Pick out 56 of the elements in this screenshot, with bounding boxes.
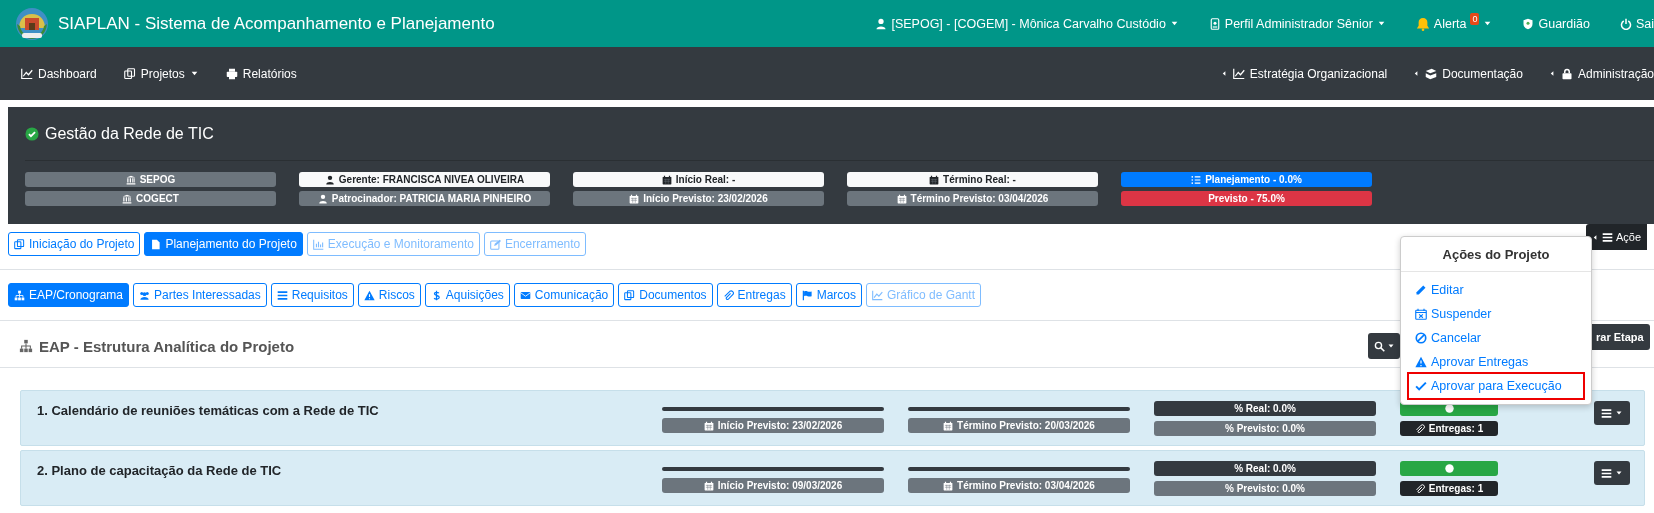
section-tab[interactable]: Marcos [795,283,862,307]
alert-menu[interactable]: Alerta 0 [1415,16,1493,31]
section-tab[interactable]: Documentos [618,283,713,307]
nav-link[interactable]: Administração [1548,66,1654,81]
stage-name: 1. Calendário de reuniões temáticas com a Rede de TIC [36,402,380,418]
info-badge: Término Previsto: 03/04/2026 [847,191,1098,206]
deliveries-badge: Entregas: 1 [1400,421,1498,436]
info-badge: Término Real: - [847,172,1098,187]
date-badge: Início Previsto: 09/03/2026 [662,478,884,493]
phase-tab[interactable]: Iniciação do Projeto [8,232,141,256]
app-title: SIAPLAN - Sistema de Acompanhamento e Planejamento [58,13,495,34]
section-tab[interactable]: Riscos [357,283,421,307]
section-tab[interactable]: Comunicação [513,283,615,307]
menu-title: Ações do Projeto [1401,237,1591,272]
section-tab[interactable]: Aquisições [424,283,510,307]
alert-count: 0 [1470,12,1480,25]
section-tab[interactable]: Entregas [716,283,792,307]
info-badge: COGECT [25,191,276,206]
phase-tab[interactable]: Planejamento do Projeto [144,232,303,256]
menu-item[interactable]: Cancelar [1409,326,1583,350]
progress-badge: % Real: 0.0% [1154,461,1376,476]
guardian-link[interactable]: Guardião [1522,16,1590,31]
nav-link[interactable]: Projetos [123,66,199,81]
info-badge: Início Real: - [573,172,824,187]
section-tab[interactable]: Partes Interessadas [133,283,267,307]
info-badge: Patrocinador: PATRICIA MARIA PINHEIRO [299,191,550,206]
date-badge: Término Previsto: 20/03/2026 [908,418,1130,433]
nav-link[interactable]: Relatórios [225,66,297,81]
info-badge: SEPOG [25,172,276,187]
stage-name: 2. Plano de capacitação da Rede de TIC [36,462,283,478]
add-stage-button[interactable]: rar Etapa [1592,324,1650,350]
actions-button[interactable]: Açõe [1586,224,1648,250]
section-tab[interactable]: EAP/Cronograma [8,283,130,307]
progress-badge: % Previsto: 0.0% [1154,481,1376,496]
menu-item[interactable]: Suspender [1409,302,1583,326]
profile-menu[interactable]: Perfil Administrador Sênior [1208,16,1386,31]
date-badge: Término Previsto: 03/04/2026 [908,478,1130,493]
nav-link[interactable]: Documentação [1413,66,1523,81]
section-tab[interactable]: Requisitos [270,283,354,307]
project-title: Gestão da Rede de TIC [45,124,214,143]
info-badge: Planejamento - 0.0% [1121,172,1372,187]
nav-link[interactable]: Estratégia Organizacional [1220,66,1388,81]
menu-item[interactable]: Editar [1409,278,1583,302]
date-badge: Início Previsto: 23/02/2026 [662,418,884,433]
nav-link[interactable]: Dashboard [21,66,97,81]
info-badge: Previsto - 75.0% [1121,191,1372,206]
logout-link[interactable]: Sai [1619,16,1654,31]
section-title: EAP - Estrutura Analítica do Projeto [39,337,295,355]
progress-badge: % Real: 0.0% [1154,401,1376,416]
progress-badge: % Previsto: 0.0% [1154,421,1376,436]
info-badge: Gerente: FRANCISCA NIVEA OLIVEIRA [299,172,550,187]
menu-item[interactable]: Aprovar Entregas [1409,350,1583,374]
user-menu[interactable]: [SEPOG] - [COGEM] - Mônica Carvalho Custódio [875,16,1179,31]
menu-item[interactable]: Aprovar para Execução [1409,374,1583,398]
info-badge: Início Previsto: 23/02/2026 [573,191,824,206]
deliveries-badge: Entregas: 1 [1400,481,1498,496]
